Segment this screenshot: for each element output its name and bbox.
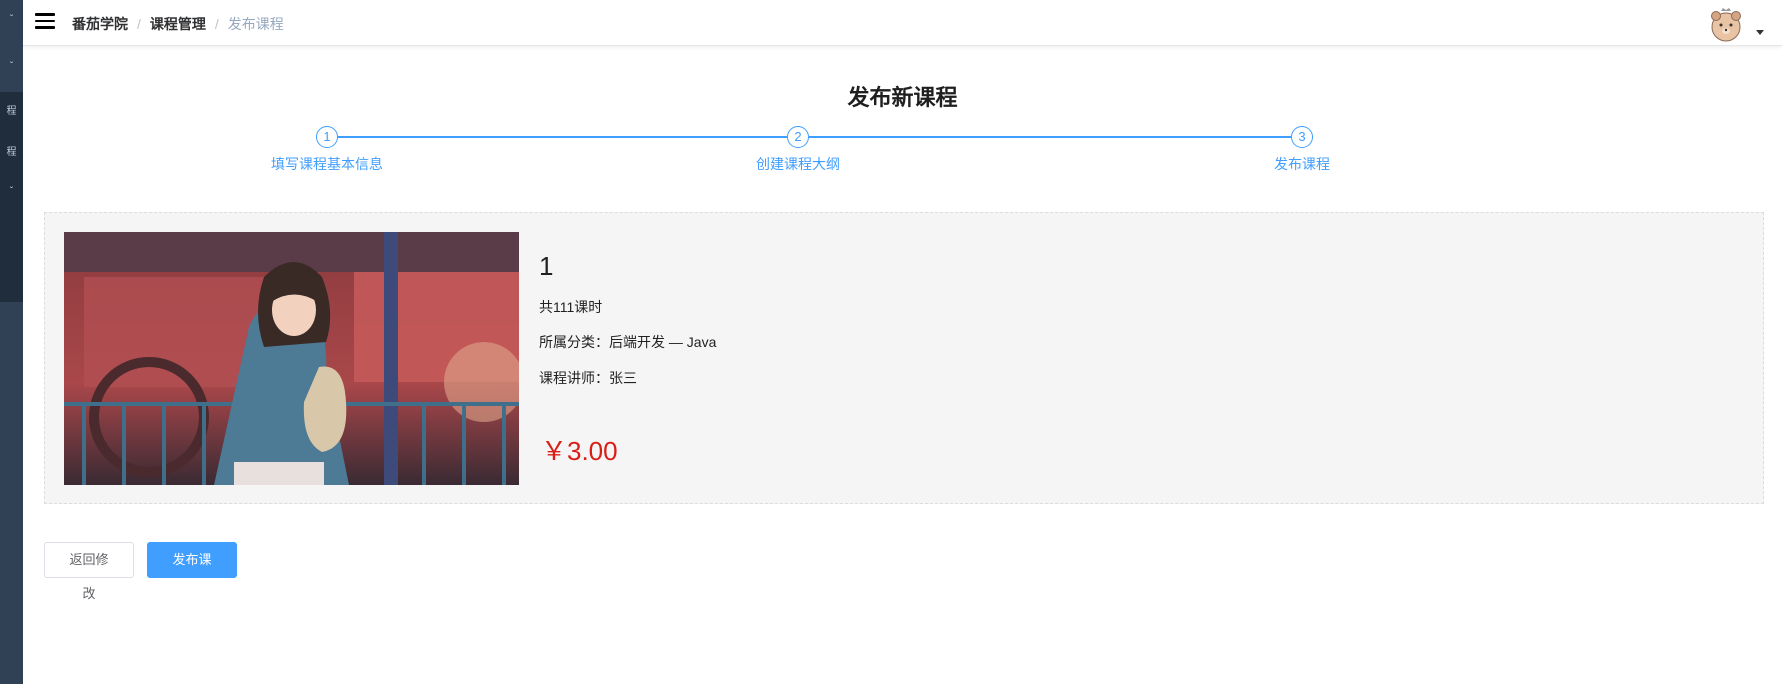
bear-avatar-icon <box>1711 8 1741 42</box>
caret-down-icon <box>1756 30 1764 35</box>
course-price: ￥3.00 <box>541 436 618 466</box>
sidebar-item-glyph: 程 <box>6 147 17 158</box>
breadcrumb-current: 发布课程 <box>227 16 284 32</box>
breadcrumb-separator: / <box>214 16 219 32</box>
step-3-label: 发布课程 <box>1274 156 1330 172</box>
breadcrumb: 番茄学院 / 课程管理 / 发布课程 <box>72 14 284 34</box>
step-1-label: 填写课程基本信息 <box>271 156 383 172</box>
user-menu[interactable] <box>1708 7 1768 43</box>
navbar: 番茄学院 / 课程管理 / 发布课程 <box>23 0 1782 46</box>
step-3-circle: 3 <box>1291 126 1313 148</box>
course-teacher-value: 张三 <box>609 370 637 386</box>
step-2-label: 创建课程大纲 <box>756 156 840 172</box>
sidebar-item-1[interactable]: ˇ <box>0 8 23 32</box>
course-cover-image <box>64 232 519 485</box>
course-lessons: 共111课时 <box>539 299 603 315</box>
course-category: 所属分类：后端开发 — Java <box>539 332 716 352</box>
step-connector <box>327 136 787 138</box>
sidebar-item-glyph: ˇ <box>9 14 14 25</box>
step-connector <box>809 136 1291 138</box>
sidebar: ˇ ˇ 程 程 ˇ <box>0 0 23 684</box>
hamburger-icon[interactable] <box>35 13 55 31</box>
breadcrumb-separator: / <box>137 16 141 32</box>
course-preview-card: 1 共111课时 所属分类：后端开发 — Java 课程讲师：张三 ￥3.00 <box>44 212 1764 504</box>
course-title: 1 <box>539 251 554 281</box>
step-2-circle: 2 <box>787 126 809 148</box>
breadcrumb-course-management[interactable]: 课程管理 <box>150 14 206 34</box>
sidebar-item-2[interactable]: ˇ <box>0 55 23 79</box>
course-category-value: 后端开发 — Java <box>609 334 717 350</box>
course-teacher: 课程讲师：张三 <box>539 368 637 388</box>
sidebar-item-glyph: ˇ <box>9 61 14 72</box>
publish-course-button[interactable]: 发布课程 <box>147 542 237 601</box>
course-category-label: 所属分类： <box>539 334 609 350</box>
main-content: 番茄学院 / 课程管理 / 发布课程 发布新课程 1 填写课程基本信息 2 创建… <box>23 0 1782 684</box>
course-teacher-label: 课程讲师： <box>539 370 609 386</box>
sidebar-item-4[interactable]: 程 <box>0 141 23 165</box>
back-edit-button[interactable]: 返回修改 <box>44 542 134 601</box>
sidebar-item-glyph: 程 <box>6 106 17 117</box>
step-1-circle: 1 <box>316 126 338 148</box>
sidebar-item-glyph: ˇ <box>9 186 14 197</box>
page-title: 发布新课程 <box>847 85 958 110</box>
breadcrumb-home[interactable]: 番茄学院 <box>72 14 128 34</box>
sidebar-item-5[interactable]: ˇ <box>0 180 23 204</box>
steps: 1 填写课程基本信息 2 创建课程大纲 3 发布课程 <box>23 124 1782 184</box>
sidebar-item-3[interactable]: 程 <box>0 100 23 124</box>
